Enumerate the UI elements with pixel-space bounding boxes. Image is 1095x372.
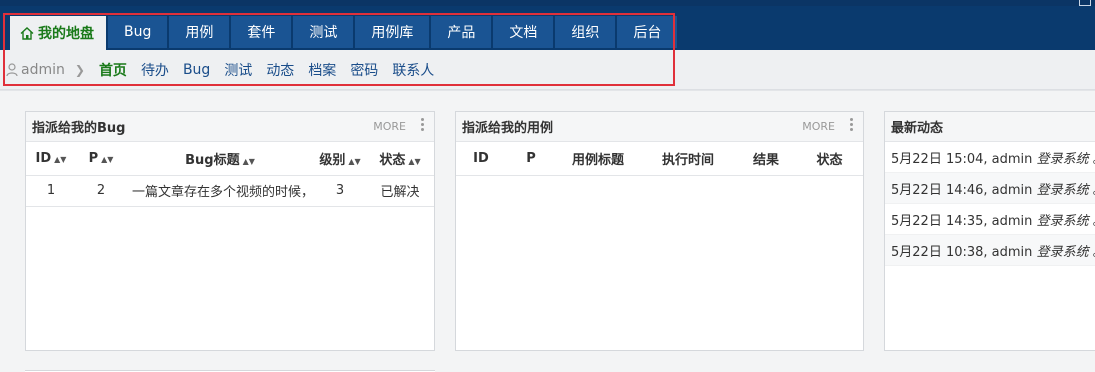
user-name: admin [21,61,65,78]
home-icon [20,26,34,40]
column-header-title[interactable]: 用例标题 [556,142,640,176]
column-header-status[interactable]: 状态 [796,142,863,176]
panel-header: 最新动态 [885,112,1095,142]
panel-header: 指派给我的Bug MORE [26,112,434,142]
cell-id: 1 [26,175,76,207]
tab-label: 套件 [247,25,276,41]
column-header-p[interactable]: P ▲▼ [76,142,126,176]
testcase-table: ID P 用例标题 执行时间 结果 状态 [456,142,863,176]
panel-title: 最新动态 [891,121,944,136]
subnav-item-todo[interactable]: 待办 [141,60,169,80]
user-breadcrumb[interactable]: admin [6,62,65,78]
cell-status: 已解决 [366,175,434,207]
column-header-severity[interactable]: 级别 ▲▼ [314,142,366,176]
column-header-id[interactable]: ID [456,142,506,176]
column-header-title[interactable]: Bug标题 ▲▼ [126,142,314,176]
tab-label: 产品 [447,25,476,41]
cell-title[interactable]: 一篇文章存在多个视频的时候， [126,175,314,207]
list-item[interactable]: 5月22日 14:35, admin 登录系统 。 [885,204,1095,235]
tab-doc[interactable]: 文档 [493,16,554,48]
tab-suite[interactable]: 套件 [231,16,292,48]
list-item[interactable]: 5月22日 14:46, admin 登录系统 。 [885,173,1095,204]
more-link[interactable]: MORE [373,120,406,133]
column-header-run-time[interactable]: 执行时间 [640,142,736,176]
tab-label: 用例库 [371,25,414,41]
tab-label: 测试 [309,25,338,41]
testcase-panel: 指派给我的用例 MORE ID P 用例标题 执行时间 结果 状态 [455,111,864,351]
activity-panel: 最新动态 5月22日 15:04, admin 登录系统 。 5月22日 14:… [884,111,1095,351]
tab-label: 我的地盘 [38,26,94,42]
list-item[interactable]: 5月22日 10:38, admin 登录系统 。 [885,235,1095,266]
tab-label: 用例 [185,25,214,41]
more-link[interactable]: MORE [802,120,835,133]
panel-title: 指派给我的Bug [32,121,126,136]
cell-p: 2 [76,175,126,207]
subnav-item-contacts[interactable]: 联系人 [392,60,434,80]
table-row[interactable]: 1 2 一篇文章存在多个视频的时候， 3 已解决 [26,175,434,207]
tab-caselib[interactable]: 用例库 [355,16,430,48]
panel-header: 指派给我的用例 MORE [456,112,863,142]
user-icon [6,62,18,76]
tab-label: 后台 [633,25,662,41]
subnav-item-bug[interactable]: Bug [183,62,210,78]
tab-testcase[interactable]: 用例 [169,16,230,48]
activity-feed: 5月22日 15:04, admin 登录系统 。 5月22日 14:46, a… [885,142,1095,266]
tab-admin[interactable]: 后台 [617,16,678,48]
more-options-icon[interactable] [850,118,853,132]
tab-product[interactable]: 产品 [431,16,492,48]
more-options-icon[interactable] [421,118,424,132]
main-nav: 我的地盘 Bug 用例 套件 测试 用例库 产品 文档 组织 后台 [10,16,679,50]
column-header-id[interactable]: ID ▲▼ [26,142,76,176]
subnav-item-profile[interactable]: 档案 [308,60,336,80]
tab-label: 文档 [509,25,538,41]
column-header-result[interactable]: 结果 [736,142,796,176]
header-strip [0,0,1095,6]
tab-bug[interactable]: Bug [108,16,168,48]
bug-panel: 指派给我的Bug MORE ID ▲▼ P ▲▼ Bug标题 ▲▼ 级别 ▲▼ 状态 ▲▼… [25,111,435,351]
tab-label: 组织 [571,25,600,41]
subnav-item-password[interactable]: 密码 [350,60,378,80]
list-item[interactable]: 5月22日 15:04, admin 登录系统 。 [885,142,1095,173]
subnav-item-home[interactable]: 首页 [99,60,127,80]
table-header-row: ID ▲▼ P ▲▼ Bug标题 ▲▼ 级别 ▲▼ 状态 ▲▼ [26,142,434,176]
window-icon[interactable] [1079,0,1091,6]
column-header-p[interactable]: P [506,142,556,176]
subnav-item-test[interactable]: 测试 [224,60,252,80]
panel-title: 指派给我的用例 [462,121,554,136]
sub-nav: admin ❯ 首页 待办 Bug 测试 动态 档案 密码 联系人 [0,50,1095,90]
tab-label: Bug [124,24,152,40]
subnav-item-dynamic[interactable]: 动态 [266,60,294,80]
tab-test[interactable]: 测试 [293,16,354,48]
top-header: 我的地盘 Bug 用例 套件 测试 用例库 产品 文档 组织 后台 [0,0,1095,50]
bug-table: ID ▲▼ P ▲▼ Bug标题 ▲▼ 级别 ▲▼ 状态 ▲▼ 1 2 一篇文章存在多个视… [26,142,434,207]
table-header-row: ID P 用例标题 执行时间 结果 状态 [456,142,863,176]
cell-severity: 3 [314,175,366,207]
tab-my-dashboard[interactable]: 我的地盘 [10,16,106,50]
tab-company[interactable]: 组织 [555,16,616,48]
column-header-status[interactable]: 状态 ▲▼ [366,142,434,176]
chevron-right-icon: ❯ [74,62,85,77]
